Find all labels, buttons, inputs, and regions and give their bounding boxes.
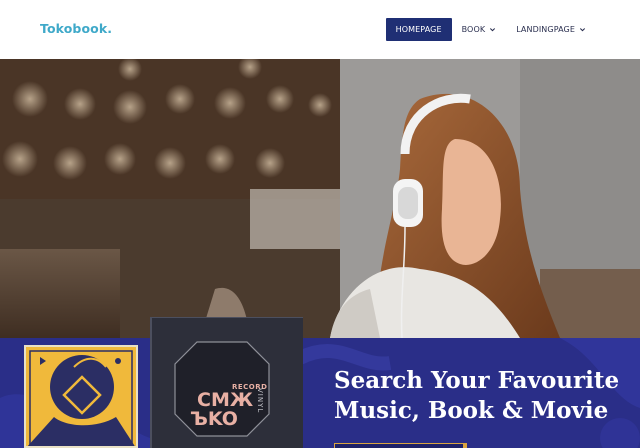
main-nav: HOMEPAGE BOOK LANDINGPAGE (385, 18, 596, 41)
site-header: Tokobook. HOMEPAGE BOOK LANDINGPAGE (0, 0, 640, 59)
nav-item-homepage[interactable]: HOMEPAGE (385, 18, 452, 41)
nav-item-label: LANDINGPAGE (516, 25, 575, 34)
vinyl-record-card[interactable]: RECORD VINYL CMЖ ЪKO (150, 317, 303, 448)
promo-headline-line-1: Search Your Favourite (334, 367, 620, 394)
site-logo[interactable]: Tokobook. (40, 21, 112, 36)
vinyl-logo-bottom: ЪKO (190, 408, 238, 430)
chevron-down-icon (579, 28, 586, 32)
hero-banner (0, 59, 640, 338)
promo-headline: Search Your Favourite Music, Book & Movi… (334, 366, 634, 426)
nav-item-label: BOOK (461, 25, 486, 34)
nav-item-landingpage[interactable]: LANDINGPAGE (506, 18, 596, 41)
promo-headline-line-2: Music, Book & Movie (334, 397, 609, 424)
book-cover-card[interactable] (24, 345, 138, 448)
search-button[interactable] (334, 443, 467, 448)
nav-item-book[interactable]: BOOK (452, 18, 507, 41)
vinyl-logo-top: CMЖ (197, 389, 254, 411)
book-cover-illustration (26, 347, 136, 446)
chevron-down-icon (490, 28, 496, 32)
nav-item-label: HOMEPAGE (395, 25, 442, 34)
vinyl-label-side: VINYL (256, 388, 264, 414)
hero-photo (0, 59, 640, 338)
